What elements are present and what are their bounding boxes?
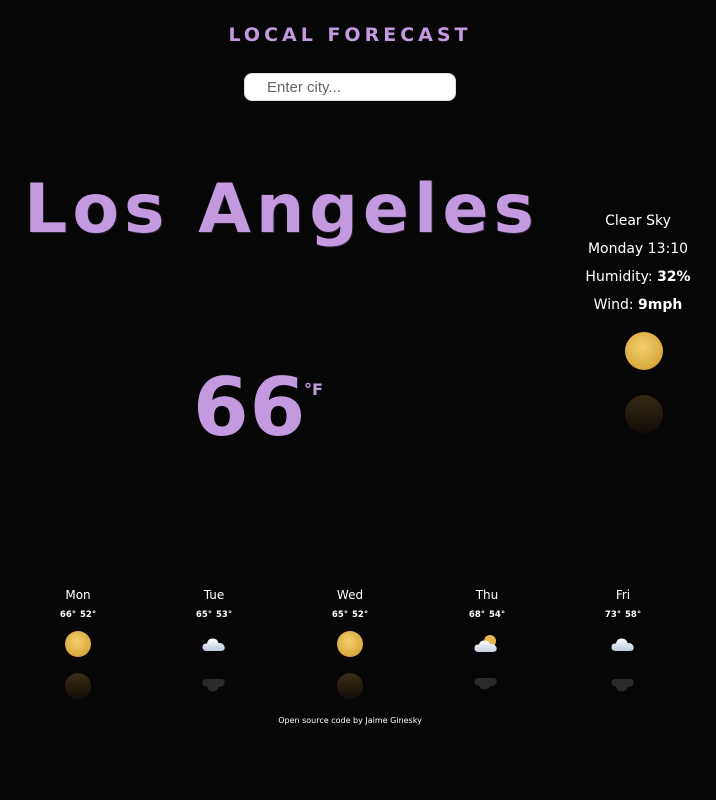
sun-reflection-icon <box>625 395 663 433</box>
forecast-high: 66° <box>59 610 76 620</box>
forecast-day-tue: Tue 65° 53° <box>174 587 254 692</box>
forecast-day-fri: Fri 73° 58° <box>583 587 663 692</box>
forecast-day-name: Mon <box>65 588 91 602</box>
cloud-reflection-icon <box>474 673 500 699</box>
wind-row: Wind: 9mph <box>570 294 706 322</box>
forecast-temps: 68° 54° <box>447 609 527 621</box>
forecast-temps: 73° 58° <box>583 609 663 621</box>
sun-icon <box>625 332 663 370</box>
cloud-icon <box>201 631 227 657</box>
footer-credit: Open source code by Jaime Ginesky <box>278 716 422 725</box>
weather-details: Clear Sky Monday 13:10 Humidity: 32% Win… <box>570 210 706 322</box>
humidity-value: 32% <box>657 269 691 285</box>
forecast-day-name: Thu <box>475 588 499 602</box>
forecast-day-name: Fri <box>615 588 631 602</box>
cloud-reflection-icon <box>610 673 636 699</box>
forecast-high: 68° <box>468 610 485 620</box>
current-temperature: 66 <box>193 361 307 454</box>
forecast-day-thu: Thu 68° 54° <box>447 587 527 690</box>
condition-text: Clear Sky <box>605 213 671 229</box>
wind-value: 9mph <box>638 297 683 313</box>
forecast-low: 54° <box>489 610 506 620</box>
forecast-day-name: Wed <box>336 588 364 602</box>
sun-reflection-icon <box>65 673 91 699</box>
cloud-reflection-icon <box>201 673 227 699</box>
city-name: Los Angeles <box>24 170 539 249</box>
forecast-day-mon: Mon 66° 52° <box>38 587 118 699</box>
sun-icon <box>65 631 91 657</box>
wind-label: Wind: <box>593 297 634 313</box>
city-search-input[interactable] <box>244 73 456 101</box>
forecast-high: 65° <box>195 610 212 620</box>
forecast-day-name: Tue <box>203 588 225 602</box>
forecast-day-wed: Wed 65° 52° <box>310 587 390 699</box>
cloud-icon <box>610 631 636 657</box>
forecast-low: 53° <box>216 610 233 620</box>
app-title: LOCAL FORECAST <box>228 24 472 46</box>
humidity-label: Humidity: <box>585 269 653 285</box>
forecast-low: 52° <box>80 610 97 620</box>
forecast-temps: 66° 52° <box>38 609 118 621</box>
five-day-forecast: Mon 66° 52° Tue 65° 53° Wed 65° 52° Thu … <box>0 587 716 707</box>
forecast-low: 58° <box>625 610 642 620</box>
forecast-temps: 65° 53° <box>174 609 254 621</box>
weather-app: LOCAL FORECAST Los Angeles 66 °F Clear S… <box>0 0 716 800</box>
sun-reflection-icon <box>337 673 363 699</box>
forecast-temps: 65° 52° <box>310 609 390 621</box>
sun-icon <box>337 631 363 657</box>
temperature-unit: °F <box>304 380 323 399</box>
forecast-low: 52° <box>352 610 369 620</box>
forecast-high: 73° <box>604 610 621 620</box>
partly-cloudy-icon <box>474 631 500 657</box>
datetime-text: Monday 13:10 <box>587 241 689 257</box>
forecast-high: 65° <box>331 610 348 620</box>
humidity-row: Humidity: 32% <box>570 266 706 294</box>
